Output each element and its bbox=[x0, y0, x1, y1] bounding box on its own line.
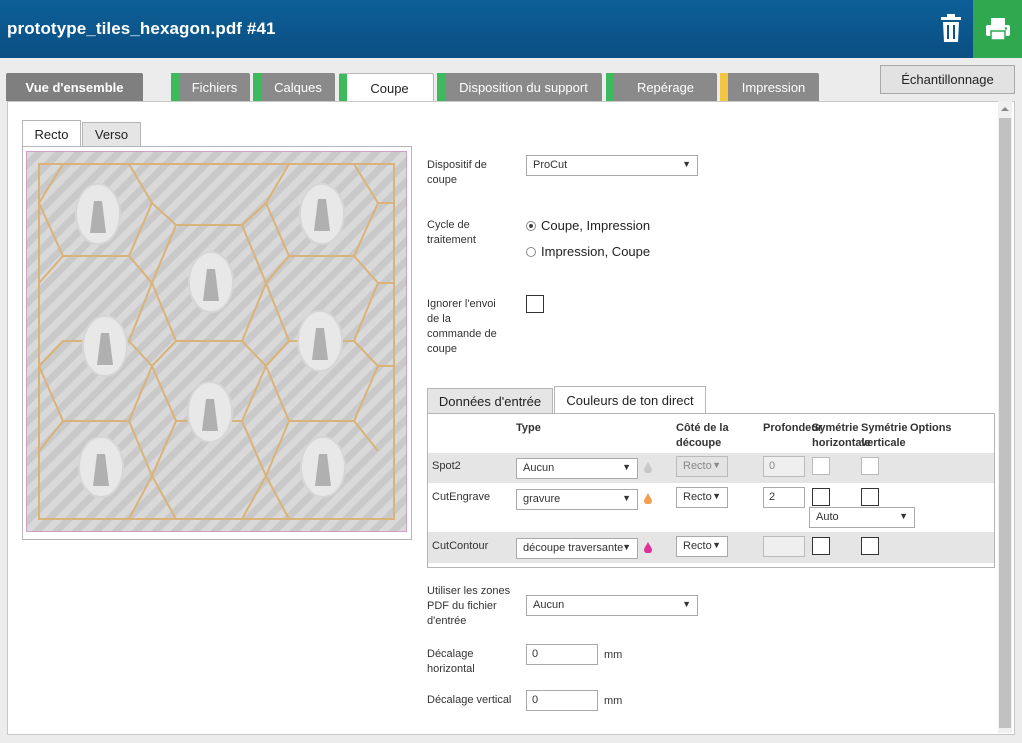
spot-name: Spot2 bbox=[432, 460, 461, 472]
tab-cut[interactable]: Coupe bbox=[339, 73, 434, 103]
col-header-options: Options bbox=[910, 422, 952, 434]
process-cycle-label: Cycle de traitement bbox=[427, 219, 476, 246]
status-indicator bbox=[171, 73, 179, 101]
select-value: Recto bbox=[683, 460, 712, 472]
tab-print[interactable]: Impression bbox=[720, 73, 819, 101]
select-value: Auto bbox=[816, 511, 839, 523]
v-offset-input[interactable]: 0 bbox=[526, 690, 598, 711]
dropdown-arrow-icon: ▼ bbox=[712, 460, 721, 470]
tab-label: Vue d'ensemble bbox=[25, 79, 124, 95]
col-header-hsym: Symétrie horizontale bbox=[812, 422, 871, 449]
h-offset-unit: mm bbox=[604, 649, 623, 661]
tab-registration[interactable]: Repérage bbox=[606, 73, 717, 101]
status-indicator bbox=[253, 73, 261, 101]
tab-overview[interactable]: Vue d'ensemble bbox=[6, 73, 143, 101]
h-offset-input[interactable]: 0 bbox=[526, 644, 598, 665]
v-offset-unit: mm bbox=[604, 695, 623, 707]
cut-side-select[interactable]: Recto ▼ bbox=[676, 487, 728, 508]
printer-icon bbox=[985, 18, 1010, 41]
col-header-type: Type bbox=[516, 422, 541, 434]
select-value: gravure bbox=[523, 493, 561, 505]
preview-tab-verso[interactable]: Verso bbox=[82, 122, 141, 146]
ink-drop-icon bbox=[644, 542, 652, 553]
dropdown-arrow-icon: ▼ bbox=[682, 159, 691, 169]
hsym-checkbox[interactable] bbox=[812, 488, 830, 506]
col-header-vsym: Symétrie verticale bbox=[861, 422, 908, 449]
ink-drop-icon bbox=[644, 493, 652, 504]
dropdown-arrow-icon: ▼ bbox=[682, 599, 691, 609]
cut-side-select[interactable]: Recto ▼ bbox=[676, 536, 728, 557]
tab-files[interactable]: Fichiers bbox=[171, 73, 250, 101]
spot-name: CutContour bbox=[432, 540, 489, 552]
vsym-checkbox[interactable] bbox=[861, 537, 879, 555]
select-value: Recto bbox=[683, 491, 712, 503]
dropdown-arrow-icon: ▼ bbox=[712, 491, 721, 501]
cutting-device-label: Dispositif de coupe bbox=[427, 159, 487, 186]
h-offset-label: Décalage horizontal bbox=[427, 648, 475, 675]
status-indicator bbox=[606, 73, 614, 101]
tab-label: Repérage bbox=[636, 79, 695, 95]
radio-label: Coupe, Impression bbox=[541, 218, 651, 233]
radio-icon[interactable] bbox=[526, 220, 536, 231]
print-button[interactable] bbox=[973, 0, 1022, 58]
tab-label: Calques bbox=[274, 79, 322, 95]
status-indicator bbox=[437, 73, 445, 101]
spot-type-select[interactable]: gravure ▼ bbox=[516, 489, 638, 510]
tab-label: Coupe bbox=[370, 80, 409, 96]
select-value: Aucun bbox=[523, 462, 555, 474]
select-value: découpe traversante bbox=[523, 542, 624, 554]
radio-print-cut[interactable]: Impression, Coupe bbox=[526, 244, 650, 259]
depth-input[interactable] bbox=[763, 536, 805, 557]
tab-label: Impression bbox=[741, 79, 806, 95]
tab-label: Disposition du support bbox=[459, 79, 588, 95]
app-header: prototype_tiles_hexagon.pdf #41 bbox=[0, 0, 1022, 58]
vsym-checkbox[interactable] bbox=[861, 488, 879, 506]
status-indicator bbox=[720, 73, 728, 101]
tab-input-data[interactable]: Données d'entrée bbox=[427, 388, 553, 413]
dropdown-arrow-icon: ▼ bbox=[622, 462, 631, 472]
dropdown-arrow-icon: ▼ bbox=[622, 542, 631, 552]
dropdown-arrow-icon: ▼ bbox=[899, 511, 908, 521]
radio-icon[interactable] bbox=[526, 246, 536, 257]
document-preview bbox=[26, 151, 407, 532]
scrollbar-thumb[interactable] bbox=[999, 118, 1011, 728]
cut-side-select[interactable]: Recto ▼ bbox=[676, 456, 728, 477]
col-header-side: Côté de la découpe bbox=[676, 422, 729, 449]
v-offset-label: Décalage vertical bbox=[427, 694, 512, 706]
preview-tab-recto[interactable]: Recto bbox=[22, 120, 81, 147]
vsym-checkbox[interactable] bbox=[861, 457, 879, 475]
radio-cut-print[interactable]: Coupe, Impression bbox=[526, 218, 650, 233]
scroll-up-icon[interactable] bbox=[998, 103, 1012, 115]
spot-type-select[interactable]: Aucun ▼ bbox=[516, 458, 638, 479]
trash-icon[interactable] bbox=[937, 13, 965, 43]
tab-media-layout[interactable]: Disposition du support bbox=[437, 73, 602, 101]
cutting-device-select[interactable]: ProCut ▼ bbox=[526, 155, 698, 176]
pdf-zones-label: Utiliser les zones PDF du fichier d'entr… bbox=[427, 585, 511, 627]
ignore-cut-checkbox[interactable] bbox=[526, 295, 544, 313]
dropdown-arrow-icon: ▼ bbox=[712, 540, 721, 550]
select-value: Recto bbox=[683, 540, 712, 552]
ignore-cut-label: Ignorer l'envoi de la commande de coupe bbox=[427, 298, 497, 355]
sampling-button[interactable]: Échantillonnage bbox=[880, 65, 1015, 94]
depth-input[interactable]: 2 bbox=[763, 487, 805, 508]
status-indicator bbox=[339, 74, 347, 103]
document-title: prototype_tiles_hexagon.pdf #41 bbox=[7, 19, 276, 38]
dropdown-arrow-icon: ▼ bbox=[622, 493, 631, 503]
depth-input[interactable]: 0 bbox=[763, 456, 805, 477]
select-value: ProCut bbox=[533, 159, 568, 171]
tab-spot-colors[interactable]: Couleurs de ton direct bbox=[554, 386, 706, 414]
ink-drop-icon bbox=[644, 462, 652, 473]
radio-label: Impression, Coupe bbox=[541, 244, 651, 259]
pdf-zones-select[interactable]: Aucun ▼ bbox=[526, 595, 698, 616]
select-value: Aucun bbox=[533, 599, 565, 611]
tab-layers[interactable]: Calques bbox=[253, 73, 335, 101]
spot-name: CutEngrave bbox=[432, 491, 491, 503]
hsym-checkbox[interactable] bbox=[812, 457, 830, 475]
spot-type-select[interactable]: découpe traversante ▼ bbox=[516, 538, 638, 559]
options-select[interactable]: Auto ▼ bbox=[809, 507, 915, 528]
tab-label: Fichiers bbox=[191, 79, 238, 95]
hsym-checkbox[interactable] bbox=[812, 537, 830, 555]
